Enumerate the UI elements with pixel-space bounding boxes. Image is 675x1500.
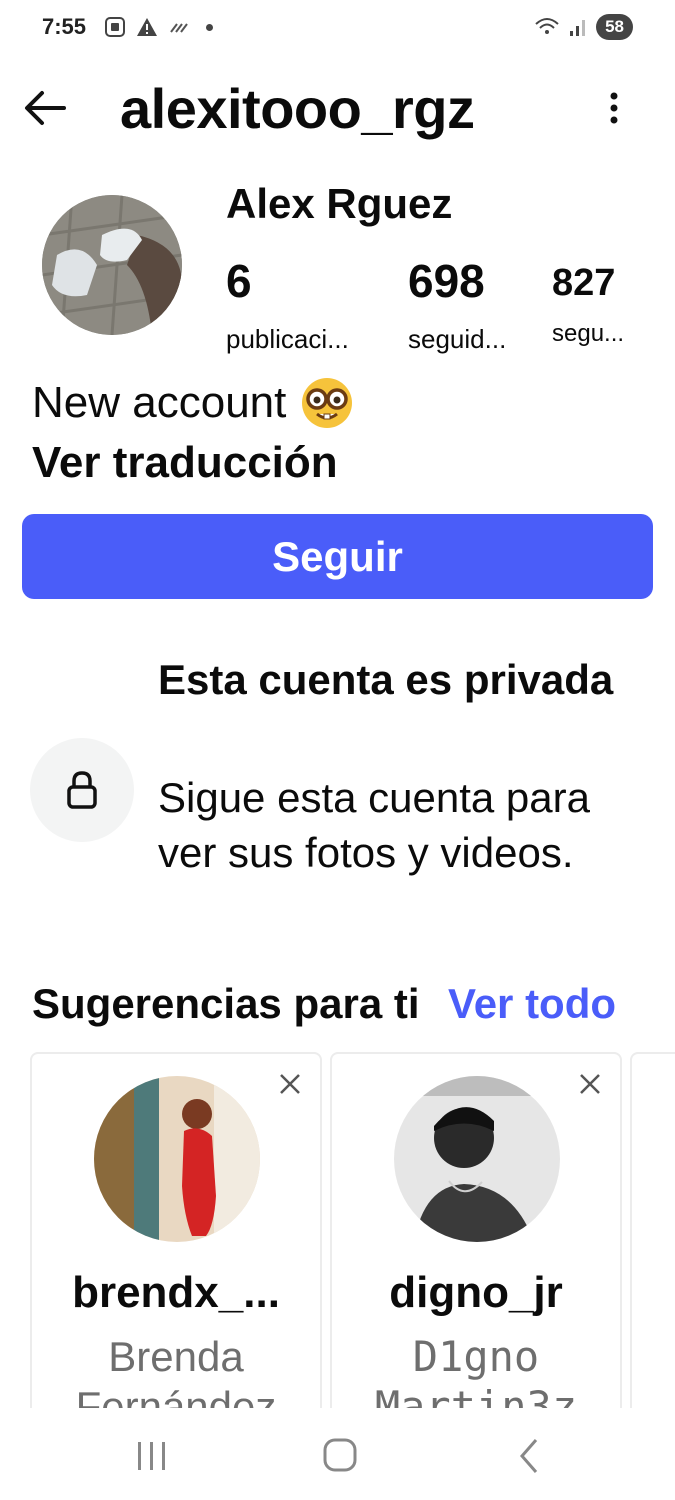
close-icon[interactable] xyxy=(278,1072,302,1096)
signal-icon xyxy=(570,20,586,36)
profile-username: alexitooo_rgz xyxy=(120,77,475,140)
suggestions-title: Sugerencias para ti xyxy=(32,980,420,1027)
avatar-photo xyxy=(394,1076,560,1242)
more-vertical-icon[interactable] xyxy=(600,88,628,128)
status-bar: 7:55 58 xyxy=(0,0,675,60)
lock-icon xyxy=(67,771,97,809)
stat-followers[interactable]: 698 seguid... xyxy=(408,258,506,355)
warning-icon xyxy=(137,18,157,36)
stat-followers-label: seguid... xyxy=(408,324,507,354)
stat-following[interactable]: 827 segu... xyxy=(552,264,624,348)
suggestion-username[interactable]: digno_jr xyxy=(332,1268,620,1318)
notification-dot xyxy=(206,23,213,31)
follow-button[interactable]: Seguir xyxy=(22,514,653,599)
profile-header: alexitooo_rgz xyxy=(0,70,675,150)
stat-followers-value: 698 xyxy=(408,255,485,307)
stat-posts[interactable]: 6 publicaci... xyxy=(226,258,349,355)
see-translation-link[interactable]: Ver traducción xyxy=(32,438,338,488)
profile-bio: New account xyxy=(32,376,354,430)
battery-badge: 58 xyxy=(596,14,633,40)
suggestion-card[interactable]: brendx_... Brenda Fernández xyxy=(30,1052,322,1432)
suggestion-card[interactable]: digno_jr D1gno Martin3z xyxy=(330,1052,622,1432)
status-right-icons: 58 xyxy=(534,14,633,40)
missed-call-icon xyxy=(170,23,188,33)
status-left-icons xyxy=(104,16,213,38)
nerd-face-emoji xyxy=(302,378,353,428)
profile-full-name: Alex Rguez xyxy=(226,180,453,227)
bio-text: New account xyxy=(32,378,287,427)
back-icon[interactable] xyxy=(510,1438,550,1474)
stat-following-value: 827 xyxy=(552,262,616,304)
close-icon[interactable] xyxy=(578,1072,602,1096)
avatar-photo xyxy=(42,195,182,335)
suggestion-avatar[interactable] xyxy=(394,1076,560,1242)
private-lock-badge xyxy=(30,738,134,842)
stat-following-label: segu... xyxy=(552,320,625,347)
screenshot-icon xyxy=(105,17,125,37)
see-all-link[interactable]: Ver todo xyxy=(448,980,616,1028)
status-time: 7:55 xyxy=(42,14,87,39)
stat-posts-label: publicaci... xyxy=(226,324,349,354)
private-account-text: Sigue esta cuenta para ver sus fotos y v… xyxy=(158,774,590,876)
recents-icon[interactable] xyxy=(132,1438,172,1474)
avatar-photo xyxy=(94,1076,260,1242)
system-nav-bar xyxy=(0,1408,675,1500)
wifi-icon xyxy=(535,18,559,34)
suggestion-avatar[interactable] xyxy=(94,1076,260,1242)
suggestion-username[interactable]: brendx_... xyxy=(32,1268,320,1318)
profile-avatar[interactable] xyxy=(42,195,182,335)
stat-posts-value: 6 xyxy=(226,255,252,307)
back-arrow-icon[interactable] xyxy=(22,88,68,128)
private-account-title: Esta cuenta es privada xyxy=(158,656,614,703)
home-icon[interactable] xyxy=(320,1438,360,1474)
suggestion-card-partial[interactable] xyxy=(630,1052,675,1432)
